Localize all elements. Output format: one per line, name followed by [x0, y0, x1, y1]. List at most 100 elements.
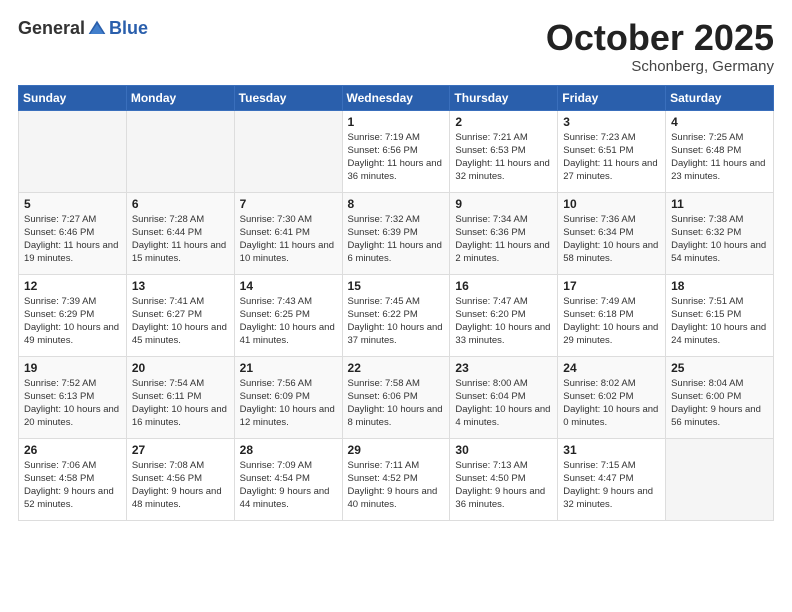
- day-number: 1: [348, 115, 445, 129]
- table-row: 29 Sunrise: 7:11 AM Sunset: 4:52 PM Dayli…: [342, 438, 450, 520]
- day-number: 8: [348, 197, 445, 211]
- logo: General Blue: [18, 18, 148, 39]
- table-row: 31 Sunrise: 7:15 AM Sunset: 4:47 PM Dayli…: [558, 438, 666, 520]
- day-number: 16: [455, 279, 552, 293]
- day-info: Sunrise: 7:39 AM Sunset: 6:29 PM Dayligh…: [24, 295, 121, 348]
- table-row: [19, 110, 127, 192]
- day-number: 30: [455, 443, 552, 457]
- day-info: Sunrise: 7:28 AM Sunset: 6:44 PM Dayligh…: [132, 213, 229, 266]
- table-row: 4Sunrise: 7:25 AM Sunset: 6:48 PM Daylig…: [666, 110, 774, 192]
- table-row: 1 Sunrise: 7:19 AM Sunset: 6:56 PM Daylig…: [342, 110, 450, 192]
- table-row: 21Sunrise: 7:56 AM Sunset: 6:09 PM Dayli…: [234, 356, 342, 438]
- table-row: 24 Sunrise: 8:02 AM Sunset: 6:02 PM Dayli…: [558, 356, 666, 438]
- day-info: Sunrise: 7:45 AM Sunset: 6:22 PM Dayligh…: [348, 295, 445, 348]
- table-row: 27Sunrise: 7:08 AM Sunset: 4:56 PM Dayli…: [126, 438, 234, 520]
- logo-text: General Blue: [18, 18, 148, 39]
- day-info: Sunrise: 7:43 AM Sunset: 6:25 PM Dayligh…: [240, 295, 337, 348]
- day-number: 27: [132, 443, 229, 457]
- day-number: 11: [671, 197, 768, 211]
- col-friday: Friday: [558, 85, 666, 110]
- day-info: Sunrise: 7:54 AM Sunset: 6:11 PM Dayligh…: [132, 377, 229, 430]
- table-row: 28 Sunrise: 7:09 AM Sunset: 4:54 PM Dayli…: [234, 438, 342, 520]
- title-block: October 2025 Schonberg, Germany: [546, 18, 774, 75]
- day-info: Sunrise: 7:49 AM Sunset: 6:18 PM Dayligh…: [563, 295, 660, 348]
- day-number: 23: [455, 361, 552, 375]
- day-info: Sunrise: 7:41 AM Sunset: 6:27 PM Dayligh…: [132, 295, 229, 348]
- day-number: 3: [563, 115, 660, 129]
- day-number: 20: [132, 361, 229, 375]
- table-row: 2Sunrise: 7:21 AM Sunset: 6:53 PM Daylig…: [450, 110, 558, 192]
- table-row: 22 Sunrise: 7:58 AM Sunset: 6:06 PM Dayli…: [342, 356, 450, 438]
- day-info: Sunrise: 7:09 AM Sunset: 4:54 PM Dayligh…: [240, 459, 337, 512]
- day-number: 15: [348, 279, 445, 293]
- day-number: 24: [563, 361, 660, 375]
- day-info: Sunrise: 7:36 AM Sunset: 6:34 PM Dayligh…: [563, 213, 660, 266]
- day-number: 9: [455, 197, 552, 211]
- table-row: 16 Sunrise: 7:47 AM Sunset: 6:20 PM Dayli…: [450, 274, 558, 356]
- col-monday: Monday: [126, 85, 234, 110]
- location-subtitle: Schonberg, Germany: [546, 58, 774, 75]
- calendar-week-row: 26Sunrise: 7:06 AM Sunset: 4:58 PM Dayli…: [19, 438, 774, 520]
- table-row: 20 Sunrise: 7:54 AM Sunset: 6:11 PM Dayli…: [126, 356, 234, 438]
- table-row: [126, 110, 234, 192]
- day-number: 7: [240, 197, 337, 211]
- day-info: Sunrise: 8:00 AM Sunset: 6:04 PM Dayligh…: [455, 377, 552, 430]
- day-info: Sunrise: 7:47 AM Sunset: 6:20 PM Dayligh…: [455, 295, 552, 348]
- calendar: Sunday Monday Tuesday Wednesday Thursday…: [18, 85, 774, 521]
- calendar-week-row: 12 Sunrise: 7:39 AM Sunset: 6:29 PM Dayli…: [19, 274, 774, 356]
- calendar-week-row: 1 Sunrise: 7:19 AM Sunset: 6:56 PM Daylig…: [19, 110, 774, 192]
- day-number: 22: [348, 361, 445, 375]
- table-row: 18 Sunrise: 7:51 AM Sunset: 6:15 PM Dayli…: [666, 274, 774, 356]
- table-row: 14 Sunrise: 7:43 AM Sunset: 6:25 PM Dayli…: [234, 274, 342, 356]
- day-info: Sunrise: 7:51 AM Sunset: 6:15 PM Dayligh…: [671, 295, 768, 348]
- day-number: 31: [563, 443, 660, 457]
- day-number: 28: [240, 443, 337, 457]
- table-row: 5 Sunrise: 7:27 AM Sunset: 6:46 PM Daylig…: [19, 192, 127, 274]
- page: General Blue October 2025 Schonberg, Ger…: [0, 0, 792, 612]
- table-row: 15 Sunrise: 7:45 AM Sunset: 6:22 PM Dayli…: [342, 274, 450, 356]
- table-row: 11 Sunrise: 7:38 AM Sunset: 6:32 PM Dayli…: [666, 192, 774, 274]
- day-info: Sunrise: 7:15 AM Sunset: 4:47 PM Dayligh…: [563, 459, 660, 512]
- day-number: 5: [24, 197, 121, 211]
- day-number: 17: [563, 279, 660, 293]
- day-info: Sunrise: 7:27 AM Sunset: 6:46 PM Dayligh…: [24, 213, 121, 266]
- day-number: 12: [24, 279, 121, 293]
- day-info: Sunrise: 7:56 AM Sunset: 6:09 PM Dayligh…: [240, 377, 337, 430]
- day-number: 29: [348, 443, 445, 457]
- day-info: Sunrise: 7:32 AM Sunset: 6:39 PM Dayligh…: [348, 213, 445, 266]
- day-info: Sunrise: 7:11 AM Sunset: 4:52 PM Dayligh…: [348, 459, 445, 512]
- month-title: October 2025: [546, 18, 774, 58]
- day-number: 18: [671, 279, 768, 293]
- day-info: Sunrise: 8:02 AM Sunset: 6:02 PM Dayligh…: [563, 377, 660, 430]
- table-row: 6 Sunrise: 7:28 AM Sunset: 6:44 PM Daylig…: [126, 192, 234, 274]
- day-number: 13: [132, 279, 229, 293]
- table-row: 3Sunrise: 7:23 AM Sunset: 6:51 PM Daylig…: [558, 110, 666, 192]
- calendar-week-row: 19Sunrise: 7:52 AM Sunset: 6:13 PM Dayli…: [19, 356, 774, 438]
- day-info: Sunrise: 7:19 AM Sunset: 6:56 PM Dayligh…: [348, 131, 445, 184]
- table-row: 13 Sunrise: 7:41 AM Sunset: 6:27 PM Dayli…: [126, 274, 234, 356]
- logo-blue: Blue: [109, 18, 148, 39]
- col-sunday: Sunday: [19, 85, 127, 110]
- table-row: 26Sunrise: 7:06 AM Sunset: 4:58 PM Dayli…: [19, 438, 127, 520]
- day-info: Sunrise: 7:58 AM Sunset: 6:06 PM Dayligh…: [348, 377, 445, 430]
- calendar-week-row: 5 Sunrise: 7:27 AM Sunset: 6:46 PM Daylig…: [19, 192, 774, 274]
- day-number: 4: [671, 115, 768, 129]
- day-info: Sunrise: 8:04 AM Sunset: 6:00 PM Dayligh…: [671, 377, 768, 430]
- day-info: Sunrise: 7:38 AM Sunset: 6:32 PM Dayligh…: [671, 213, 768, 266]
- day-info: Sunrise: 7:21 AM Sunset: 6:53 PM Dayligh…: [455, 131, 552, 184]
- col-wednesday: Wednesday: [342, 85, 450, 110]
- day-number: 6: [132, 197, 229, 211]
- table-row: 17 Sunrise: 7:49 AM Sunset: 6:18 PM Dayli…: [558, 274, 666, 356]
- day-number: 14: [240, 279, 337, 293]
- table-row: 23 Sunrise: 8:00 AM Sunset: 6:04 PM Dayli…: [450, 356, 558, 438]
- day-info: Sunrise: 7:13 AM Sunset: 4:50 PM Dayligh…: [455, 459, 552, 512]
- table-row: 9 Sunrise: 7:34 AM Sunset: 6:36 PM Daylig…: [450, 192, 558, 274]
- col-tuesday: Tuesday: [234, 85, 342, 110]
- logo-general: General: [18, 18, 85, 39]
- day-info: Sunrise: 7:52 AM Sunset: 6:13 PM Dayligh…: [24, 377, 121, 430]
- table-row: [234, 110, 342, 192]
- day-info: Sunrise: 7:34 AM Sunset: 6:36 PM Dayligh…: [455, 213, 552, 266]
- col-saturday: Saturday: [666, 85, 774, 110]
- table-row: 8 Sunrise: 7:32 AM Sunset: 6:39 PM Daylig…: [342, 192, 450, 274]
- day-number: 25: [671, 361, 768, 375]
